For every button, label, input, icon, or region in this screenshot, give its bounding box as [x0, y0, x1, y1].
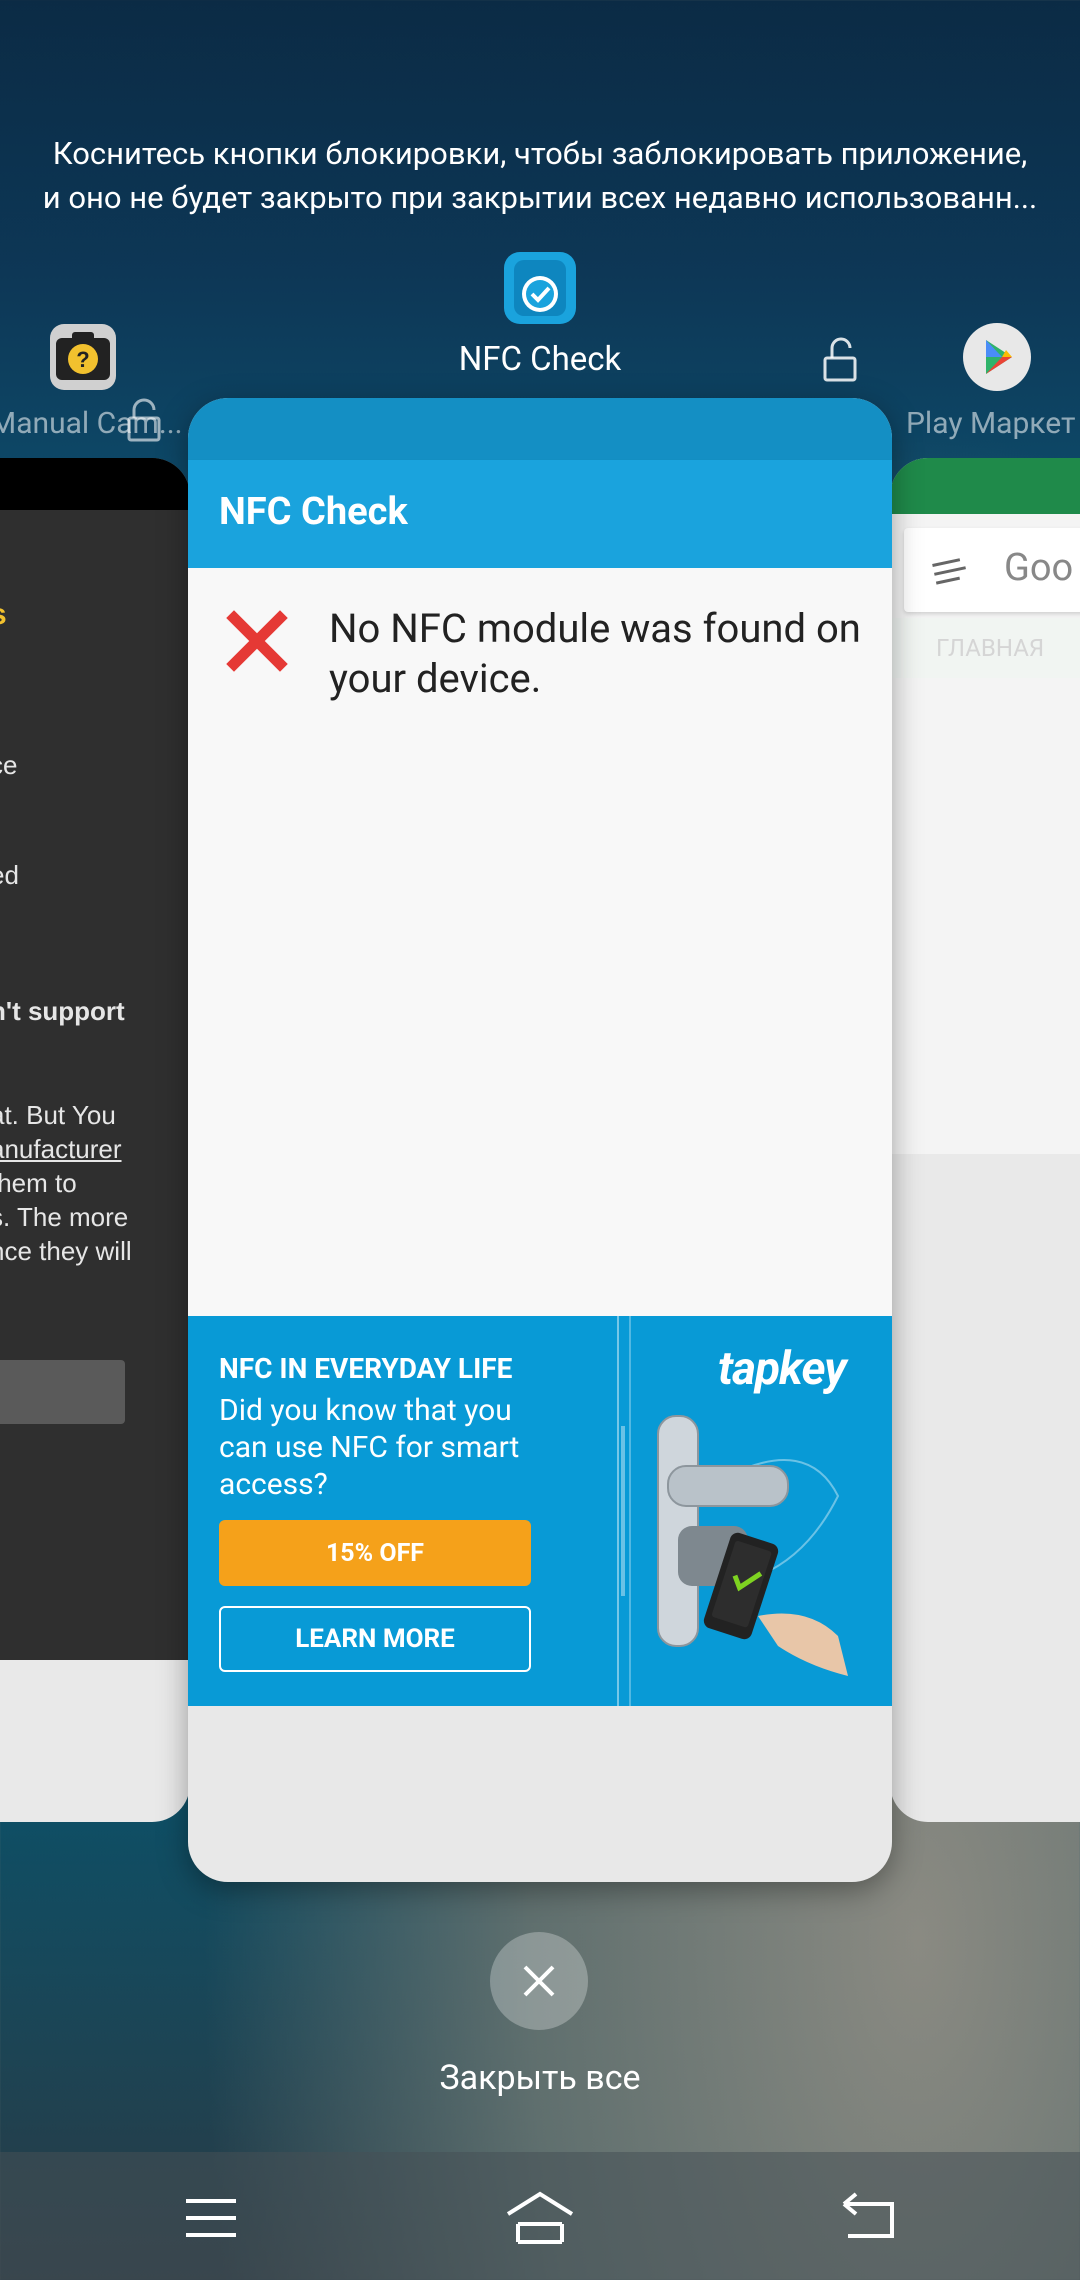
recent-card-manual-camera[interactable]: s ce ed n't support at. But You anufactu… [0, 458, 190, 1822]
nfc-app-bar: NFC Check [188, 460, 892, 568]
left-card-text: s. The more [0, 1202, 129, 1232]
offer-button[interactable]: 15% OFF [219, 1520, 531, 1586]
ad-heading: NFC IN EVERYDAY LIFE [219, 1352, 513, 1385]
error-x-icon [226, 610, 288, 672]
app-label-nfc-check: NFC Check [458, 340, 622, 379]
close-all-label: Закрыть все [439, 2058, 641, 2098]
close-icon [523, 1965, 555, 1997]
nfc-content: No NFC module was found on your device. [188, 568, 892, 1316]
app-label-play-market: Play Маркет [906, 406, 1076, 441]
tapkey-logo: tapkey [718, 1342, 847, 1396]
unlock-icon-left[interactable] [126, 398, 162, 442]
recent-card-nfc-check[interactable]: NFC Check No NFC module was found on you… [188, 398, 892, 1882]
left-card-text: nce they will [0, 1236, 132, 1266]
play-market-tab: ГЛАВНАЯ [890, 618, 1080, 678]
hint-line-2: и оно не будет закрыто при закрытии всех… [42, 179, 1038, 216]
ad-text: Did you know that you can use NFC for sm… [219, 1393, 520, 1502]
left-card-text: ed [0, 860, 19, 890]
unlock-icon-center[interactable] [822, 336, 858, 382]
left-card-text: ce [0, 750, 18, 780]
recent-card-play-market[interactable]: Goo ГЛАВНАЯ [890, 458, 1080, 1822]
menu-icon [932, 558, 966, 585]
left-card-text: s [0, 598, 7, 632]
play-market-search: Goo [904, 528, 1080, 612]
left-card-text: n't support [0, 996, 125, 1026]
nfc-check-icon[interactable] [502, 250, 578, 326]
manual-camera-screen [0, 458, 190, 1660]
menu-icon[interactable] [184, 2198, 238, 2238]
nfc-statusbar [188, 398, 892, 460]
play-store-icon[interactable] [962, 322, 1032, 392]
left-card-text: at. But You [0, 1100, 116, 1130]
lock-hint-text: Коснитесь кнопки блокировки, чтобы забло… [0, 132, 1080, 220]
navigation-bar [0, 2152, 1080, 2280]
nfc-error-message: No NFC module was found on your device. [329, 605, 861, 702]
left-card-text: anufacturer [0, 1134, 122, 1164]
play-search-placeholder: Goo [1004, 546, 1074, 590]
nfc-app-title: NFC Check [219, 490, 408, 534]
play-market-toolbar [890, 458, 1080, 514]
left-card-text: them to [0, 1168, 77, 1198]
home-icon[interactable] [504, 2190, 576, 2244]
hint-line-1: Коснитесь кнопки блокировки, чтобы забло… [52, 135, 1028, 172]
left-card-button [0, 1360, 125, 1424]
close-all-button[interactable] [490, 1932, 588, 2030]
manual-camera-statusbar [0, 458, 190, 510]
ad-banner[interactable]: tapkey NFC IN EVERYDAY LIFE Did you know… [188, 1316, 892, 1706]
learn-more-button[interactable]: LEARN MORE [219, 1606, 531, 1672]
back-icon[interactable] [842, 2192, 896, 2240]
